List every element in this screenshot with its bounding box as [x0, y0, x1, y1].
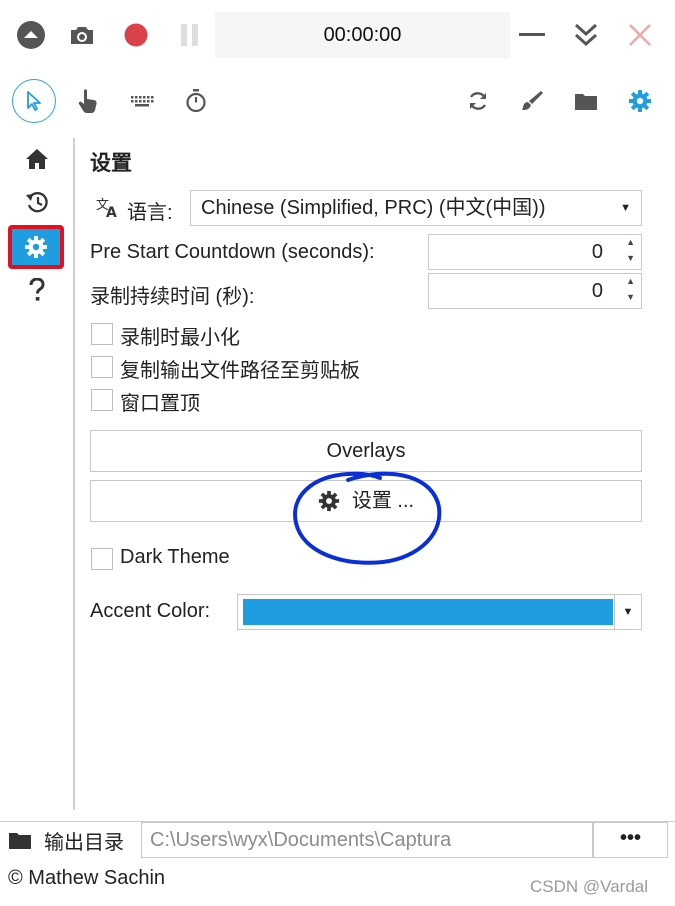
history-icon: [26, 192, 48, 213]
brush-button[interactable]: [512, 81, 552, 121]
language-select-value: Chinese (Simplified, PRC) (中文(中国)): [201, 197, 546, 219]
duration-value: 0: [591, 280, 603, 302]
accent-color-label: Accent Color:: [90, 600, 211, 622]
folder-icon: [575, 94, 597, 110]
output-folder-label: 输出目录: [44, 831, 124, 854]
language-label: 语言:: [127, 202, 173, 224]
sidebar-divider: [73, 138, 75, 810]
dark-theme-label: Dark Theme: [120, 546, 230, 568]
pause-icon: [181, 24, 198, 46]
copy-path-label: 复制输出文件路径至剪贴板: [120, 360, 360, 382]
home-icon: [26, 149, 48, 169]
camera-icon: [71, 27, 93, 44]
chevron-down-icon: ▼: [620, 202, 631, 214]
settings-toggle[interactable]: [620, 81, 660, 121]
record-icon: [124, 23, 148, 47]
minimize-button[interactable]: [515, 18, 549, 52]
dark-theme-checkbox[interactable]: [91, 548, 113, 570]
folder-icon: [9, 833, 31, 849]
chevron-up-circle-icon: [17, 21, 45, 49]
decrement-icon[interactable]: ▼: [626, 280, 635, 314]
sidebar-item-history[interactable]: [16, 184, 58, 220]
countdown-stepper[interactable]: 0 ▲ ▼: [428, 234, 642, 270]
double-chevron-down-icon: [574, 23, 598, 47]
recording-timer: 00:00:00: [215, 12, 510, 58]
timer-toggle[interactable]: [176, 81, 216, 121]
watermark-text: CSDN @Vardal: [530, 877, 649, 896]
more-options-button[interactable]: •••: [593, 822, 668, 858]
minimize-to-tray-button[interactable]: [569, 18, 603, 52]
page-title: 设置: [90, 152, 132, 175]
copyright-text: © Mathew Sachin: [8, 867, 166, 889]
annotation-circle: [293, 471, 442, 565]
gear-icon: [629, 90, 651, 112]
clicks-toggle[interactable]: [68, 81, 108, 121]
keyboard-icon: [131, 96, 154, 107]
hand-pointer-icon: [78, 89, 97, 113]
language-select[interactable]: Chinese (Simplified, PRC) (中文(中国)) ▼: [190, 190, 642, 226]
refresh-button[interactable]: [458, 81, 498, 121]
always-on-top-label: 窗口置顶: [120, 393, 200, 415]
cursor-toggle[interactable]: [12, 79, 56, 123]
folder-button[interactable]: [566, 81, 606, 121]
sidebar-item-home[interactable]: [16, 141, 58, 177]
copy-path-checkbox[interactable]: [91, 356, 113, 378]
close-button[interactable]: [623, 18, 657, 52]
sidebar-item-settings[interactable]: [12, 229, 60, 265]
accent-color-swatch: [243, 599, 613, 625]
output-path-field[interactable]: C:\Users\wyx\Documents\Captura: [141, 822, 593, 858]
svg-text:A: A: [106, 205, 117, 219]
chevron-down-icon: ▼: [614, 595, 641, 629]
translate-icon: 文 A: [96, 195, 120, 219]
duration-stepper[interactable]: 0 ▲ ▼: [428, 273, 642, 309]
pause-button[interactable]: [173, 18, 207, 52]
collapse-button[interactable]: [14, 18, 48, 52]
screenshot-button[interactable]: [65, 18, 99, 52]
brush-icon: [522, 91, 543, 110]
countdown-value: 0: [591, 241, 603, 263]
always-on-top-checkbox[interactable]: [91, 389, 113, 411]
sidebar-item-help[interactable]: [16, 272, 58, 308]
question-icon: [29, 278, 45, 301]
output-folder-button[interactable]: 输出目录: [4, 822, 140, 858]
stopwatch-icon: [186, 89, 206, 113]
keystrokes-toggle[interactable]: [122, 81, 162, 121]
refresh-icon: [469, 92, 487, 110]
record-button[interactable]: [119, 18, 153, 52]
duration-label: 录制持续时间 (秒):: [90, 286, 255, 308]
minimize-icon: [519, 33, 545, 36]
gear-icon: [25, 236, 47, 258]
accent-color-select[interactable]: ▼: [237, 594, 642, 630]
minimize-on-record-checkbox[interactable]: [91, 323, 113, 345]
minimize-on-record-label: 录制时最小化: [120, 327, 240, 349]
cursor-icon: [27, 91, 41, 111]
countdown-label: Pre Start Countdown (seconds):: [90, 241, 375, 263]
close-icon: [629, 24, 651, 46]
